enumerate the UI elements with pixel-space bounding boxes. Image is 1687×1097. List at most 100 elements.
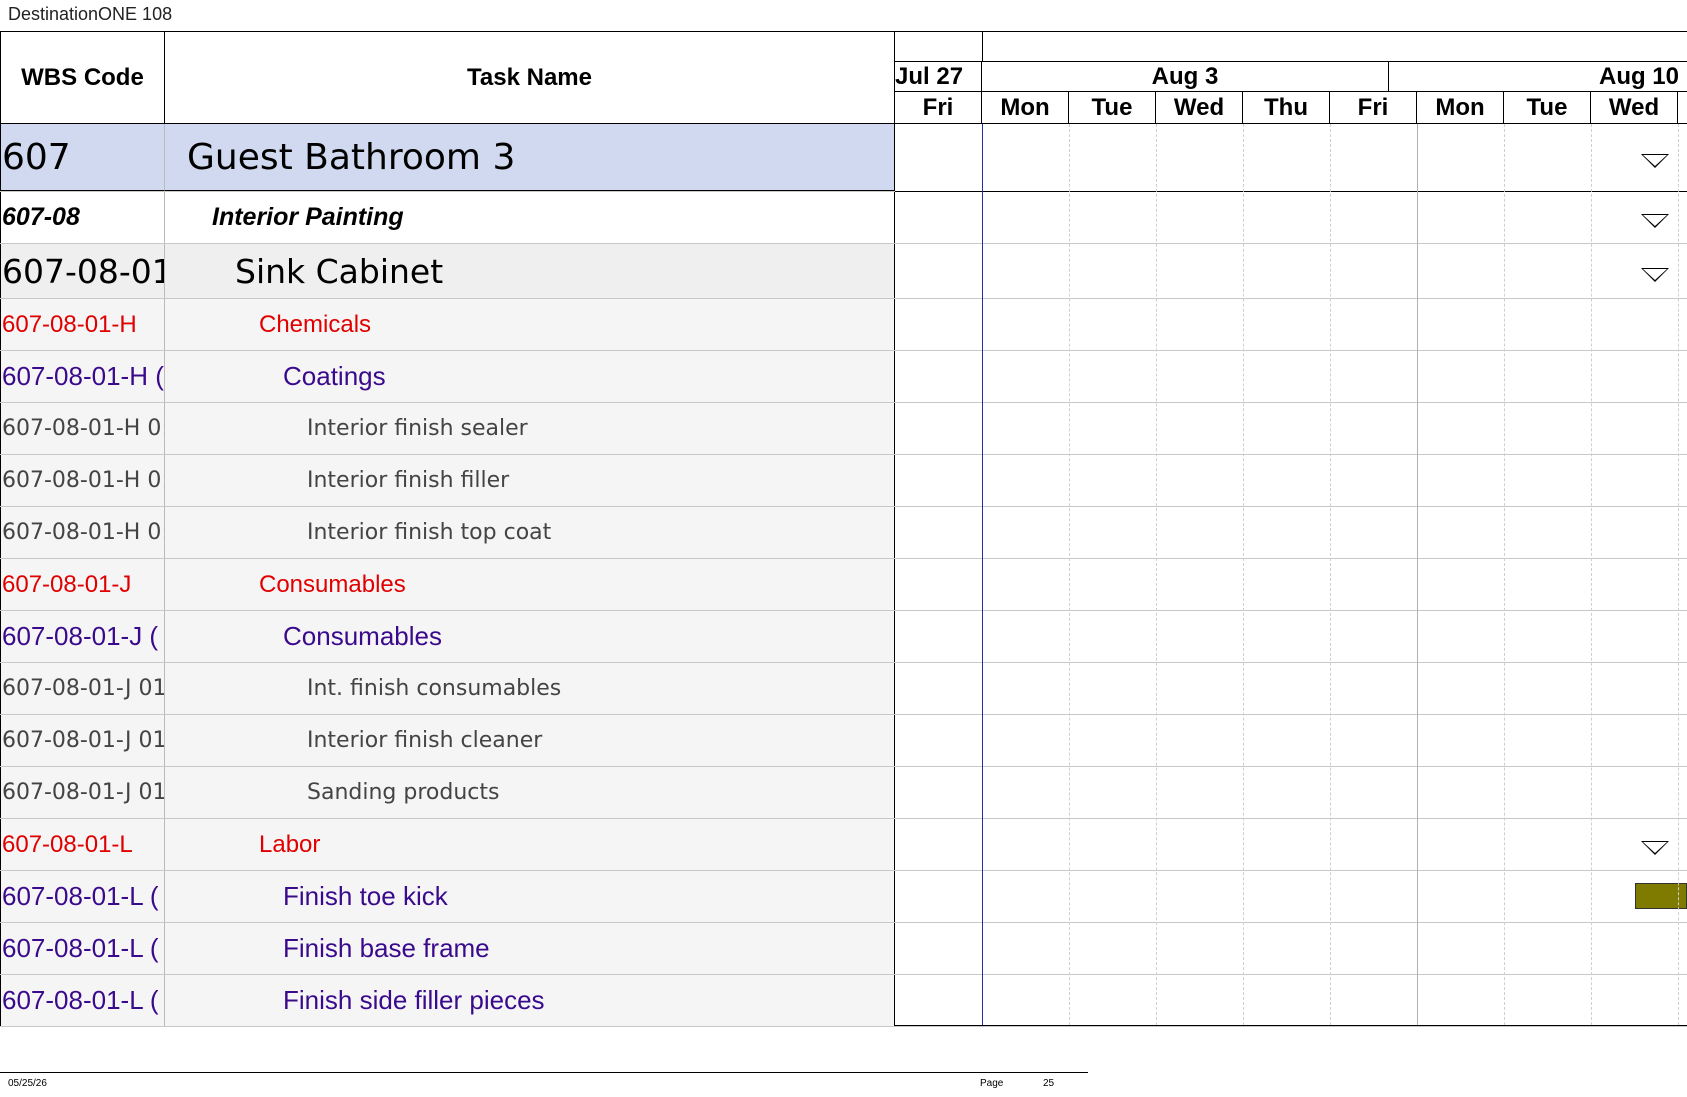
wbs-code-cell[interactable]: 607-08-01-H 0: <box>0 507 165 558</box>
day-label: Tue <box>1069 92 1156 124</box>
wbs-code-cell[interactable]: 607 <box>0 124 165 191</box>
task-row[interactable]: 607-08-01-H Chemicals <box>0 299 895 351</box>
task-name-cell[interactable]: Labor <box>165 819 895 870</box>
task-name-cell[interactable]: Sink Cabinet <box>165 244 895 298</box>
footer-date: 05/25/26 <box>8 1078 47 1089</box>
wbs-code-cell[interactable]: 607-08-01 <box>0 244 165 298</box>
row-gridline <box>895 974 1687 975</box>
row-gridline <box>895 191 1687 192</box>
task-row[interactable]: 607-08-01-H 0: Interior finish filler <box>0 455 895 507</box>
row-gridline <box>895 818 1687 819</box>
wbs-code-cell[interactable]: 607-08 <box>0 192 165 243</box>
wbs-code-cell[interactable]: 607-08-01-L <box>0 819 165 870</box>
task-name-cell[interactable]: Interior Painting <box>165 192 895 243</box>
wbs-code-cell[interactable]: 607-08-01-H 0: <box>0 403 165 454</box>
row-gridline <box>895 662 1687 663</box>
task-row[interactable]: 607-08-01-J 01 Interior finish cleaner <box>0 715 895 767</box>
task-name-cell[interactable]: Finish toe kick <box>165 871 895 922</box>
timeline-weeks: Jul 27 Aug 3 Aug 10 <box>895 62 1687 92</box>
day-label: Wed <box>1591 92 1678 124</box>
task-row[interactable]: 607-08-01-H 0: Interior finish sealer <box>0 403 895 455</box>
task-rows: 607 Guest Bathroom 3 607-08 Interior Painti… <box>0 124 895 1027</box>
wbs-code-cell[interactable]: 607-08-01-L ( <box>0 871 165 922</box>
wbs-code-cell[interactable]: 607-08-01-J 01 <box>0 767 165 818</box>
footer-page-number: 25 <box>1043 1078 1055 1089</box>
task-name-cell[interactable]: Chemicals <box>165 299 895 350</box>
row-gridline <box>895 454 1687 455</box>
task-row[interactable]: 607-08-01-L (Finish base frame <box>0 923 895 975</box>
task-row[interactable]: 607-08-01-L (Finish side filler pieces <box>0 975 895 1027</box>
task-grid: WBS Code Task Name 607 Guest Bathroom 3 60… <box>0 32 895 1027</box>
day-label: Thu <box>1243 92 1330 124</box>
task-row[interactable]: 607-08-01-L Labor <box>0 819 895 871</box>
row-gridline <box>895 870 1687 871</box>
week-label: Aug 3 <box>982 62 1389 92</box>
day-label: Tue <box>1504 92 1591 124</box>
day-gridline <box>1417 124 1418 1025</box>
day-gridline <box>1591 124 1592 1025</box>
task-row[interactable]: 607-08-01-H 0: Interior finish top coat <box>0 507 895 559</box>
row-gridline <box>895 402 1687 403</box>
wbs-code-cell[interactable]: 607-08-01-H ( <box>0 351 165 402</box>
task-row[interactable]: 607-08-01-J Consumables <box>0 559 895 611</box>
wbs-code-cell[interactable]: 607-08-01-J ( <box>0 611 165 662</box>
day-gridline <box>1678 124 1679 1025</box>
summary-marker-icon[interactable] <box>1641 154 1669 168</box>
wbs-code-cell[interactable]: 607-08-01-J <box>0 559 165 610</box>
wbs-code-cell[interactable]: 607-08-01-J 01 <box>0 663 165 714</box>
task-row[interactable]: 607-08-01-J 01 Sanding products <box>0 767 895 819</box>
task-name-cell[interactable]: Finish base frame <box>165 923 895 974</box>
task-name-cell[interactable]: Consumables <box>165 559 895 610</box>
current-date-line <box>982 124 983 1025</box>
task-row[interactable]: 607-08-01-J 01 Int. finish consumables <box>0 663 895 715</box>
day-label: Fri <box>895 92 982 124</box>
task-row[interactable]: 607-08-01-J (Consumables <box>0 611 895 663</box>
day-gridline <box>1504 124 1505 1025</box>
day-label: Mon <box>982 92 1069 124</box>
row-gridline <box>895 610 1687 611</box>
wbs-code-cell[interactable]: 607-08-01-H <box>0 299 165 350</box>
task-name-cell[interactable]: Interior finish sealer <box>165 403 895 454</box>
column-header-task-name[interactable]: Task Name <box>165 32 895 124</box>
week-label: Jul 27 <box>895 62 982 92</box>
task-row[interactable]: 607-08-01-H (Coatings <box>0 351 895 403</box>
day-gridline <box>1330 124 1331 1025</box>
wbs-code-cell[interactable]: 607-08-01-J 01 <box>0 715 165 766</box>
timeline-chart: Jul 27 Aug 3 Aug 10 Fri Mon Tue Wed Thu Fri Mo… <box>895 32 1687 1027</box>
summary-marker-icon[interactable] <box>1641 841 1669 855</box>
row-gridline <box>895 298 1687 299</box>
task-bar[interactable] <box>1635 883 1687 909</box>
window-title: DestinationONE 108 <box>8 4 173 24</box>
day-label: Fri <box>1330 92 1417 124</box>
footer-divider <box>0 1072 1088 1073</box>
task-name-cell[interactable]: Consumables <box>165 611 895 662</box>
task-name-cell[interactable]: Coatings <box>165 351 895 402</box>
task-name-cell[interactable]: Guest Bathroom 3 <box>165 124 895 191</box>
task-name-cell[interactable]: Interior finish cleaner <box>165 715 895 766</box>
task-name-cell[interactable]: Sanding products <box>165 767 895 818</box>
wbs-code-cell[interactable]: 607-08-01-H 0: <box>0 455 165 506</box>
task-name-cell[interactable]: Int. finish consumables <box>165 663 895 714</box>
row-gridline <box>895 558 1687 559</box>
task-row[interactable]: 607-08 Interior Painting <box>0 192 895 244</box>
task-row[interactable]: 607-08-01-L (Finish toe kick <box>0 871 895 923</box>
task-row[interactable]: 607 Guest Bathroom 3 <box>0 124 895 192</box>
timeline-days: Fri Mon Tue Wed Thu Fri Mon Tue Wed <box>895 92 1687 124</box>
task-row[interactable]: 607-08-01 Sink Cabinet <box>0 244 895 299</box>
day-gridline <box>1069 124 1070 1025</box>
wbs-code-cell[interactable]: 607-08-01-L ( <box>0 975 165 1026</box>
task-name-cell[interactable]: Interior finish top coat <box>165 507 895 558</box>
row-gridline <box>895 506 1687 507</box>
task-name-cell[interactable]: Finish side filler pieces <box>165 975 895 1026</box>
day-gridline <box>1156 124 1157 1025</box>
wbs-code-cell[interactable]: 607-08-01-L ( <box>0 923 165 974</box>
column-header-wbs[interactable]: WBS Code <box>0 32 165 124</box>
row-gridline <box>895 243 1687 244</box>
row-gridline <box>895 714 1687 715</box>
summary-marker-icon[interactable] <box>1641 268 1669 282</box>
timeline-grid[interactable] <box>895 124 1687 1027</box>
task-name-cell[interactable]: Interior finish filler <box>165 455 895 506</box>
row-gridline <box>895 1026 1687 1027</box>
footer-page-label: Page <box>980 1078 1004 1089</box>
summary-marker-icon[interactable] <box>1641 214 1669 228</box>
